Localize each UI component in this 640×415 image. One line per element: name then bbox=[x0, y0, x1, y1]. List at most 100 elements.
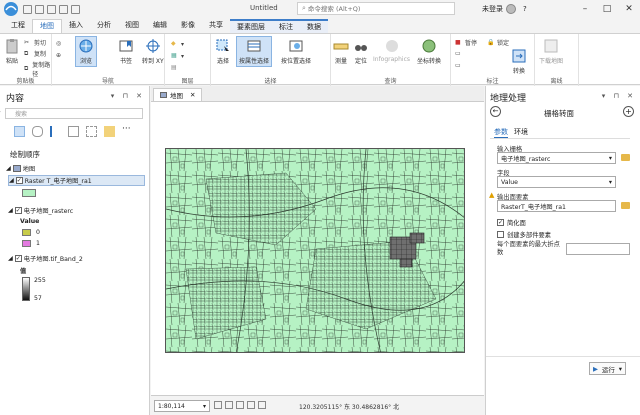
run-button[interactable]: ▶ 运行 ▾ bbox=[589, 362, 626, 375]
more-options-icon[interactable]: ··· bbox=[122, 125, 133, 137]
pause-labels-button[interactable]: ■ 暂停 bbox=[455, 38, 477, 48]
tab-labeling[interactable]: 标注 bbox=[272, 19, 300, 33]
expand-icon[interactable]: ◢ bbox=[9, 177, 14, 184]
grid-icon[interactable] bbox=[214, 401, 222, 409]
help-button[interactable]: ? bbox=[523, 5, 527, 13]
explore-button[interactable]: 浏览 bbox=[75, 36, 97, 67]
pane-controls[interactable]: ▾ ⊓ ✕ bbox=[602, 92, 636, 100]
tab-share[interactable]: 共享 bbox=[202, 19, 230, 33]
toc-layer-polygon[interactable]: ◢ ✓ Raster T_电子地图_ra1 bbox=[8, 175, 145, 186]
toc-map[interactable]: ◢ 地图 bbox=[6, 164, 35, 173]
label-option-1[interactable]: ▭ bbox=[455, 50, 463, 58]
list-by-source-icon[interactable] bbox=[32, 126, 43, 137]
tab-map[interactable]: 地图 bbox=[32, 19, 62, 33]
save-icon[interactable] bbox=[47, 4, 56, 14]
user-area[interactable]: 未登录 ? bbox=[482, 4, 527, 14]
command-search-input[interactable] bbox=[307, 4, 448, 13]
paste-button[interactable]: 粘贴 bbox=[4, 38, 20, 65]
select-by-attributes-button[interactable]: 按属性选择 bbox=[236, 36, 273, 67]
fixed-zoom-icon[interactable] bbox=[225, 401, 233, 409]
pane-controls[interactable]: ▾ ⊓ ✕ bbox=[111, 92, 145, 100]
input-raster-field[interactable]: 电子地图_rasterc ▾ bbox=[497, 152, 616, 164]
cut-button[interactable]: ✂ 剪切 bbox=[24, 38, 46, 48]
minimize-button[interactable]: – bbox=[574, 0, 596, 18]
max-vertices-input[interactable] bbox=[566, 243, 630, 255]
list-by-editing-icon[interactable] bbox=[68, 126, 79, 137]
class-1-swatch[interactable] bbox=[22, 240, 31, 247]
multipart-option[interactable]: 创建多部件要素 bbox=[497, 230, 551, 239]
rotate-icon[interactable] bbox=[247, 401, 255, 409]
maximize-button[interactable]: □ bbox=[596, 0, 618, 18]
new-project-icon[interactable] bbox=[23, 4, 32, 14]
measure-button[interactable]: 测量 bbox=[333, 38, 349, 65]
goto-xy-button[interactable]: 转到 XY bbox=[142, 38, 164, 65]
map-view[interactable] bbox=[151, 102, 484, 395]
tab-map-view[interactable]: 地图 ✕ bbox=[153, 88, 203, 101]
tab-feature-layer[interactable]: 要素图层 bbox=[230, 19, 272, 33]
tab-imagery[interactable]: 影像 bbox=[174, 19, 202, 33]
layer-visibility-checkbox[interactable]: ✓ bbox=[14, 255, 22, 262]
expand-icon[interactable]: ◢ bbox=[6, 165, 11, 172]
polygon-symbol-swatch[interactable] bbox=[22, 189, 36, 197]
tab-environments[interactable]: 环境 bbox=[514, 127, 528, 137]
tab-insert[interactable]: 插入 bbox=[62, 19, 90, 33]
tab-analysis[interactable]: 分析 bbox=[90, 19, 118, 33]
field-select[interactable]: Value ▾ bbox=[497, 176, 616, 188]
close-icon[interactable]: ✕ bbox=[190, 91, 195, 99]
lock-labels-button[interactable]: 🔒 锁定 bbox=[487, 38, 509, 48]
class-0-swatch[interactable] bbox=[22, 229, 31, 236]
locate-button[interactable]: 定位 bbox=[353, 38, 369, 65]
simplify-polygons-option[interactable]: ✓ 简化面 bbox=[497, 218, 526, 227]
tab-view[interactable]: 视图 bbox=[118, 19, 146, 33]
tab-data[interactable]: 数据 bbox=[300, 19, 328, 33]
convert-button[interactable]: 转换 bbox=[511, 48, 527, 75]
toc-layer-rasterc[interactable]: ◢ ✓ 电子地图_rasterc bbox=[8, 206, 73, 215]
tab-project[interactable]: 工程 bbox=[4, 19, 32, 33]
open-project-icon[interactable] bbox=[35, 4, 44, 14]
redo-icon[interactable] bbox=[71, 4, 80, 14]
tab-edit[interactable]: 编辑 bbox=[146, 19, 174, 33]
layer-visibility-checkbox[interactable]: ✓ bbox=[15, 177, 23, 184]
pan-icon[interactable] bbox=[236, 401, 244, 409]
select-by-location-button[interactable]: 按位置选择 bbox=[281, 38, 311, 65]
refresh-icon[interactable] bbox=[258, 401, 266, 409]
polygon-swatch-row[interactable] bbox=[22, 189, 36, 197]
undo-icon[interactable] bbox=[59, 4, 68, 14]
list-by-selection-icon[interactable] bbox=[50, 126, 61, 137]
back-button[interactable]: ← bbox=[490, 106, 501, 117]
contents-search[interactable]: ▼ 搜索 bbox=[0, 108, 143, 119]
coordinate-conversion-button[interactable]: 坐标转换 bbox=[417, 38, 441, 65]
copy-button[interactable]: ⧉ 复制 bbox=[24, 49, 46, 59]
add-data-button[interactable]: ◆ ▾ bbox=[171, 40, 184, 48]
rasterc-class-0[interactable]: 0 bbox=[22, 229, 40, 236]
map-frame[interactable] bbox=[165, 148, 465, 353]
bookmarks-button[interactable]: 书签 bbox=[118, 38, 134, 65]
add-button[interactable]: + bbox=[623, 106, 634, 117]
list-by-labeling-icon[interactable] bbox=[104, 126, 115, 137]
zoom-layer-button[interactable]: ⊕ bbox=[56, 52, 64, 60]
expand-icon[interactable]: ◢ bbox=[8, 207, 13, 214]
avatar[interactable] bbox=[506, 4, 516, 14]
folder-icon[interactable] bbox=[621, 154, 630, 161]
folder-icon[interactable] bbox=[621, 202, 630, 209]
infographics-button[interactable]: Infographics bbox=[373, 38, 410, 63]
user-name[interactable]: 未登录 bbox=[482, 4, 503, 14]
select-button[interactable]: 选择 bbox=[215, 38, 231, 65]
list-by-snapping-icon[interactable] bbox=[86, 126, 97, 137]
label-option-2[interactable]: ▭ bbox=[455, 62, 463, 70]
simplify-checkbox[interactable]: ✓ bbox=[497, 219, 504, 226]
command-search[interactable]: ⌕ bbox=[297, 2, 455, 15]
scale-selector[interactable]: 1:80,114 ▾ bbox=[154, 400, 210, 412]
toc-layer-band2[interactable]: ◢ ✓ 电子地图.tif_Band_2 bbox=[8, 254, 83, 263]
rasterc-class-1[interactable]: 1 bbox=[22, 240, 40, 247]
layer-visibility-checkbox[interactable]: ✓ bbox=[14, 207, 22, 214]
multipart-checkbox[interactable] bbox=[497, 231, 504, 238]
close-button[interactable]: ✕ bbox=[618, 0, 640, 18]
basemap-button[interactable]: ▦ ▾ bbox=[171, 52, 184, 60]
download-map-button[interactable]: 下载地图 bbox=[539, 38, 563, 65]
output-features-field[interactable]: RasterT_电子地图_ra1 bbox=[497, 200, 616, 212]
full-extent-button[interactable]: ◎ bbox=[56, 40, 64, 48]
expand-icon[interactable]: ◢ bbox=[8, 255, 13, 262]
list-by-drawing-order-icon[interactable] bbox=[14, 126, 25, 137]
layer-tool-button[interactable]: ▤ bbox=[171, 64, 179, 72]
